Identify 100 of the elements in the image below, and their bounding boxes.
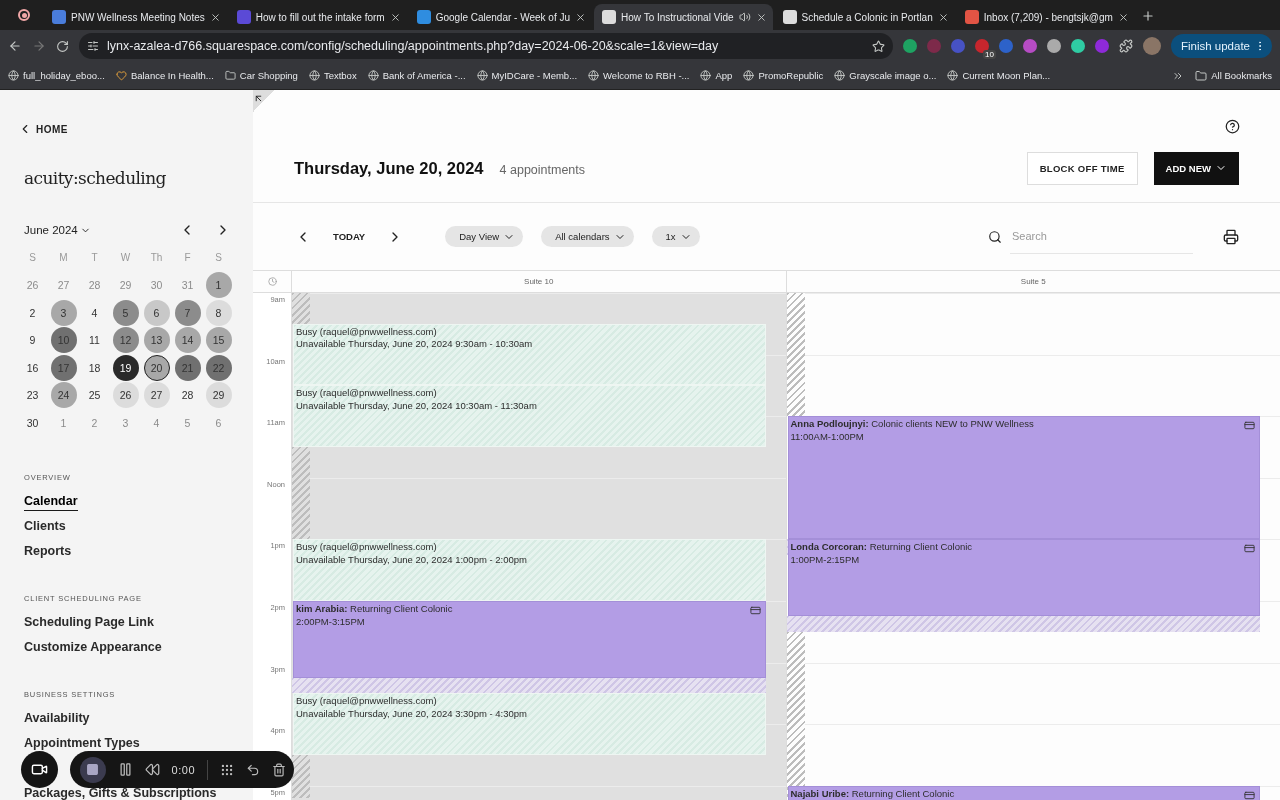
pause-icon[interactable] — [117, 762, 133, 777]
calendar-day[interactable]: 18 — [81, 354, 108, 381]
heart-icon[interactable] — [115, 70, 127, 81]
busy-block[interactable]: Busy (raquel@pnwwellness.com) Unavailable Thursday, June 20, 2024 10:30am - 11:30am — [293, 385, 766, 447]
extension-icon[interactable] — [902, 39, 917, 53]
bookmark[interactable]: Grayscale image o... — [849, 70, 937, 81]
calendar-day[interactable]: 6 — [143, 299, 170, 326]
calendar-day[interactable]: 20 — [143, 354, 170, 381]
calendar-day[interactable]: 19 — [112, 354, 139, 381]
calendar-day[interactable]: 23 — [19, 382, 46, 409]
globe-icon[interactable] — [476, 70, 488, 81]
bookmark[interactable]: Car Shopping — [239, 70, 298, 81]
close-icon[interactable] — [575, 11, 587, 23]
globe-icon[interactable] — [588, 70, 600, 81]
all-bookmarks[interactable]: All Bookmarks — [1211, 70, 1272, 81]
calendar-day[interactable]: 1 — [205, 272, 232, 299]
calendar-day[interactable]: 12 — [112, 327, 139, 354]
calendar-day[interactable]: 16 — [19, 354, 46, 381]
globe-icon[interactable] — [834, 70, 846, 81]
bookmark-star-icon[interactable] — [871, 39, 885, 53]
profile-avatar[interactable] — [1142, 37, 1161, 55]
globe-icon[interactable] — [8, 70, 19, 81]
puzzle-icon[interactable] — [1118, 39, 1133, 53]
close-icon[interactable] — [1117, 11, 1129, 23]
filter-dropdown[interactable]: 1x — [651, 226, 700, 247]
back-icon[interactable] — [8, 39, 22, 53]
trash-icon[interactable] — [272, 762, 286, 777]
calendar-day[interactable]: 7 — [174, 299, 201, 326]
folder-icon[interactable] — [1195, 69, 1208, 82]
reload-icon[interactable] — [56, 39, 69, 53]
browser-tab[interactable]: PNW Wellness Meeting Notes — [44, 4, 227, 30]
nav-link[interactable]: Appointment Types — [24, 736, 140, 750]
home-link[interactable]: HOME — [18, 122, 253, 136]
search-icon[interactable] — [988, 229, 1002, 244]
bookmark[interactable]: Bank of America -... — [382, 70, 466, 81]
bookmark[interactable]: Welcome to RBH -... — [603, 70, 690, 81]
rewind-icon[interactable] — [144, 762, 160, 777]
nav-link[interactable]: Calendar — [24, 494, 78, 511]
calendar-day[interactable]: 25 — [81, 382, 108, 409]
browser-tab[interactable]: Google Calendar - Week of Ju — [408, 4, 593, 30]
calendar-day[interactable]: 24 — [50, 382, 77, 409]
calendar-day[interactable]: 27 — [143, 382, 170, 409]
bookmark[interactable]: PromoRepublic — [758, 70, 824, 81]
calendar-day[interactable]: 2 — [19, 299, 46, 326]
extension-icon[interactable] — [1070, 39, 1085, 53]
forward-icon[interactable] — [32, 39, 46, 53]
bookmark[interactable]: Textbox — [323, 70, 357, 81]
extension-icon[interactable] — [1022, 39, 1037, 53]
bookmark[interactable]: Current Moon Plan... — [962, 70, 1051, 81]
grid-icon[interactable] — [220, 762, 234, 777]
nav-link[interactable]: Scheduling Page Link — [24, 615, 154, 629]
calendar-day[interactable]: 29 — [205, 382, 232, 409]
close-icon[interactable] — [937, 11, 949, 23]
calendar-day[interactable]: 15 — [205, 327, 232, 354]
appointment-block[interactable]: Londa Corcoran: Returning Client Colonic 1:00PM-2:15PM — [787, 539, 1260, 617]
stop-icon[interactable] — [86, 763, 100, 776]
address-bar[interactable]: lynx-azalea-d766.squarespace.com/config/scheduling/appointments.php?day=2024-06-20&scale=1&view=day — [79, 33, 893, 59]
filter-dropdown[interactable]: All calendars — [541, 226, 634, 247]
browser-tab[interactable]: How To Instructional Vide — [594, 4, 773, 30]
appointment-block[interactable]: kim Arabia: Returning Client Colonic 2:00PM-3:15PM — [293, 601, 766, 678]
folder-icon[interactable] — [224, 70, 236, 81]
calendar-day[interactable]: 4 — [81, 299, 108, 326]
calendar-day[interactable]: 28 — [174, 382, 201, 409]
close-icon[interactable] — [755, 11, 767, 23]
site-settings-icon[interactable] — [87, 40, 99, 52]
globe-icon[interactable] — [308, 70, 320, 81]
new-tab-icon[interactable] — [1140, 9, 1155, 23]
extension-icon[interactable] — [1046, 39, 1061, 53]
globe-icon[interactable] — [743, 70, 755, 81]
nav-link[interactable]: Availability — [24, 711, 90, 725]
calendar-day[interactable]: 30 — [19, 409, 46, 436]
help-icon[interactable] — [1225, 119, 1240, 134]
nav-link[interactable]: Packages, Gifts & Subscriptions — [24, 786, 217, 800]
calendar-day[interactable]: 3 — [50, 299, 77, 326]
calendar-day[interactable]: 5 — [112, 299, 139, 326]
bookmark[interactable]: MyIDCare - Memb... — [491, 70, 578, 81]
globe-icon[interactable] — [367, 70, 379, 81]
bookmark[interactable]: full_holiday_eboo... — [23, 70, 105, 81]
globe-icon[interactable] — [947, 70, 959, 81]
search-field[interactable]: Search — [1010, 219, 1193, 254]
nav-link[interactable]: Customize Appearance — [24, 640, 162, 654]
print-icon[interactable] — [1223, 228, 1239, 245]
month-picker[interactable]: June 2024 — [24, 224, 179, 236]
nav-link[interactable]: Clients — [24, 519, 66, 533]
calendar-day[interactable]: 8 — [205, 299, 232, 326]
busy-block[interactable]: Busy (raquel@pnwwellness.com) Unavailable Thursday, June 20, 2024 3:30pm - 4:30pm — [293, 693, 766, 755]
globe-icon[interactable] — [700, 70, 712, 81]
close-icon[interactable] — [389, 11, 401, 23]
browser-tab[interactable]: Schedule a Colonic in Portlan — [774, 4, 955, 30]
undo-icon[interactable] — [246, 762, 260, 777]
appointment-block[interactable]: Najabi Uribe: Returning Client Colonic — [787, 785, 1260, 800]
browser-tab[interactable]: Inbox (7,209) - bengtsjk@gm — [956, 4, 1135, 30]
close-icon[interactable] — [209, 11, 221, 23]
calendar-day[interactable]: 13 — [143, 327, 170, 354]
bookmark[interactable]: App — [715, 70, 733, 81]
calendar-day[interactable]: 14 — [174, 327, 201, 354]
calendar-day[interactable]: 9 — [19, 327, 46, 354]
nav-link[interactable]: Reports — [24, 544, 72, 558]
calendar-day[interactable]: 11 — [81, 327, 108, 354]
add-new-button[interactable]: ADD NEW — [1153, 151, 1239, 185]
